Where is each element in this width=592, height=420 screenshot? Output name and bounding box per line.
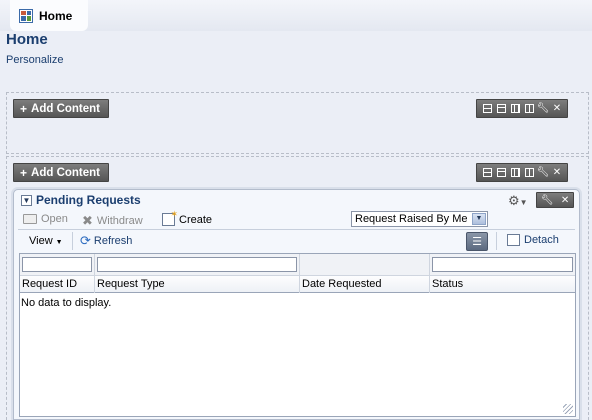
empty-table-message: No data to display.: [21, 297, 112, 309]
open-button[interactable]: Open: [23, 213, 68, 225]
add-content-label: Add Content: [31, 166, 100, 179]
dashboard-grid-icon: [19, 8, 33, 23]
view-toolbar: View ▼ ⟳ Refresh ☰ Detach: [18, 229, 575, 251]
layout-columns-icon[interactable]: [510, 104, 520, 114]
collapse-icon[interactable]: ▼: [21, 195, 32, 206]
filter-cell: [300, 254, 430, 276]
layout-toolbar: 🔧︎ ✕: [476, 163, 568, 182]
wrench-icon[interactable]: 🔧︎: [537, 167, 550, 178]
view-menu[interactable]: View ▼: [29, 235, 63, 247]
gear-icon[interactable]: ⚙▼: [508, 193, 528, 209]
create-new-icon: [162, 209, 178, 226]
filter-row: [20, 254, 575, 276]
layout-rows-icon[interactable]: [482, 104, 492, 114]
action-toolbar: Open ✖ Withdraw Create: [14, 209, 579, 230]
withdraw-x-icon: ✖: [82, 213, 93, 228]
column-headers: Request ID Request Type Date Requested S…: [20, 276, 575, 293]
personalize-link[interactable]: Personalize: [6, 54, 63, 66]
column-header[interactable]: Date Requested: [300, 276, 430, 293]
request-type-filter-input[interactable]: [97, 257, 297, 272]
wrench-icon[interactable]: 🔧︎: [537, 103, 550, 114]
column-header[interactable]: Status: [430, 276, 575, 293]
layout-toolbar: 🔧︎ ✕: [476, 99, 568, 118]
column-header[interactable]: Request ID: [20, 276, 95, 293]
column-header[interactable]: Request Type: [95, 276, 300, 293]
page-title: Home: [6, 31, 48, 48]
chevron-down-icon: ▼: [472, 213, 486, 225]
requests-table: Request ID Request Type Date Requested S…: [19, 253, 576, 417]
add-content-button[interactable]: + Add Content: [13, 163, 109, 182]
portlet-header: ▼ Pending Requests ⚙▼ 🔧︎ ✕: [14, 190, 579, 210]
query-by-example-icon[interactable]: ☰: [466, 232, 488, 251]
create-label: Create: [179, 213, 213, 226]
content-region: + Add Content 🔧︎ ✕: [6, 92, 589, 154]
chevron-down-icon: ▼: [55, 239, 63, 246]
close-icon[interactable]: ✕: [561, 195, 569, 206]
refresh-label: Refresh: [93, 235, 133, 247]
add-content-button[interactable]: + Add Content: [13, 99, 109, 118]
toolbar-divider: [72, 232, 73, 250]
layout-rows-three-icon[interactable]: [496, 104, 506, 114]
open-label: Open: [41, 213, 68, 225]
filter-cell: [20, 254, 95, 276]
status-filter-input[interactable]: [432, 257, 573, 272]
plus-icon: +: [20, 165, 28, 180]
wrench-icon[interactable]: 🔧︎: [541, 195, 554, 206]
detach-icon: [507, 234, 520, 246]
request-filter-select[interactable]: Request Raised By Me ▼: [351, 211, 488, 227]
portlet-title: Pending Requests: [36, 193, 141, 207]
filter-cell: [95, 254, 300, 276]
request-id-filter-input[interactable]: [22, 257, 92, 272]
tab-bar: Home: [0, 0, 592, 31]
portlet-actions: 🔧︎ ✕: [536, 192, 574, 208]
select-value: Request Raised By Me: [355, 213, 468, 225]
tab-home[interactable]: Home: [10, 0, 88, 31]
detach-button[interactable]: Detach: [507, 234, 559, 246]
refresh-icon: ⟳: [80, 233, 91, 248]
withdraw-label: Withdraw: [96, 215, 143, 227]
toolbar-divider: [496, 232, 497, 250]
resize-grip-icon[interactable]: [563, 404, 573, 414]
plus-icon: +: [20, 101, 28, 116]
add-content-label: Add Content: [31, 102, 100, 115]
detach-label: Detach: [524, 234, 559, 246]
refresh-button[interactable]: ⟳ Refresh: [80, 233, 132, 249]
view-label: View: [29, 235, 53, 247]
create-button[interactable]: Create: [162, 209, 213, 226]
pending-requests-portlet: ▼ Pending Requests ⚙▼ 🔧︎ ✕ Open ✖ Withdr…: [13, 189, 580, 420]
layout-rows-icon[interactable]: [482, 168, 492, 178]
withdraw-button[interactable]: ✖ Withdraw: [82, 213, 143, 229]
layout-columns-two-icon[interactable]: [524, 104, 534, 114]
layout-columns-two-icon[interactable]: [524, 168, 534, 178]
folder-open-icon: [23, 214, 37, 224]
layout-rows-three-icon[interactable]: [496, 168, 506, 178]
close-icon[interactable]: ✕: [552, 103, 562, 114]
layout-columns-icon[interactable]: [510, 168, 520, 178]
close-icon[interactable]: ✕: [552, 167, 562, 178]
tab-label: Home: [39, 8, 73, 23]
filter-cell: [430, 254, 575, 276]
